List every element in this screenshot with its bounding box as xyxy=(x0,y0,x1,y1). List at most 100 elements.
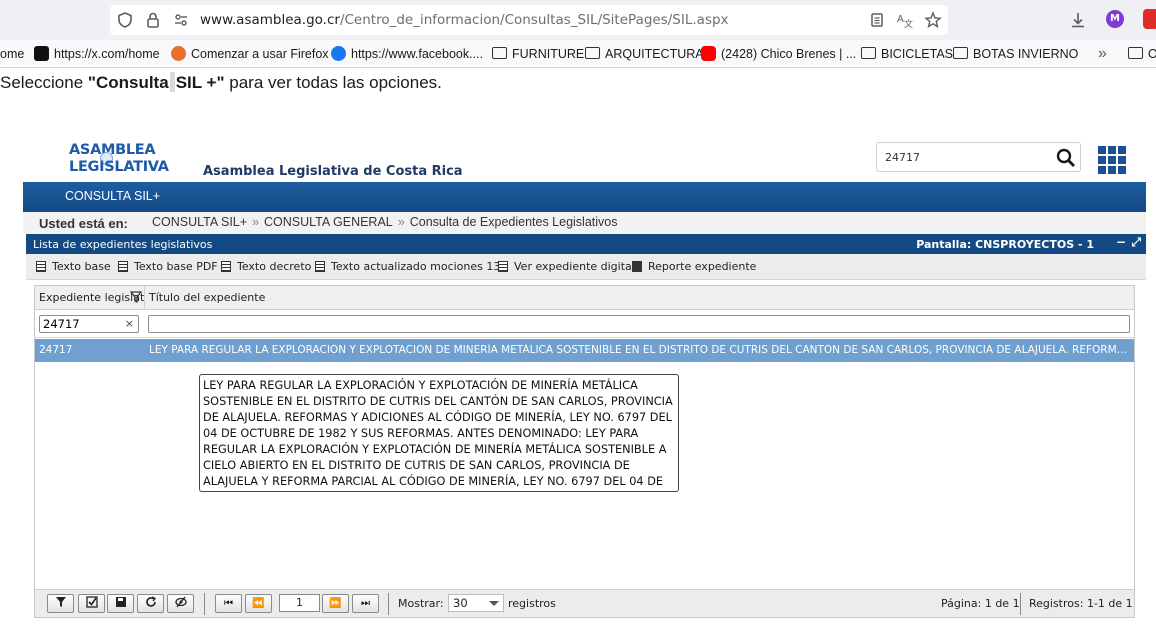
prev-page-button[interactable]: ⏪ xyxy=(245,594,272,613)
permissions-icon[interactable] xyxy=(172,11,190,29)
next-page-button[interactable]: ⏩ xyxy=(322,594,349,613)
action-label: Texto base PDF xyxy=(134,260,218,273)
table-row[interactable]: 24717 LEY PARA REGULAR LA EXPLORACIÓN Y … xyxy=(35,339,1134,362)
url-text[interactable]: www.asamblea.go.cr/Centro_de_informacion… xyxy=(200,12,729,28)
cell-expediente: 24717 xyxy=(39,344,73,356)
breadcrumb-separator: » xyxy=(397,215,405,229)
instruction-prefix: Seleccione xyxy=(0,73,88,92)
page-size-select[interactable]: 30 xyxy=(448,594,504,612)
bookmark-home[interactable]: ome xyxy=(0,45,24,63)
downloads-icon[interactable] xyxy=(1068,10,1088,30)
bookmark-furniture[interactable]: FURNITURE xyxy=(492,45,584,63)
reporte-expediente-button[interactable]: Reporte expediente xyxy=(632,260,756,273)
bookmarks-overflow-button[interactable]: » xyxy=(1098,45,1107,63)
shield-icon[interactable] xyxy=(116,11,134,29)
pager-divider xyxy=(388,593,389,615)
expand-button[interactable]: ⤢ xyxy=(1131,235,1141,250)
ver-expediente-digital-button[interactable]: Ver expediente digital xyxy=(498,260,635,273)
breadcrumb-label: Usted está en: xyxy=(39,216,128,231)
expedientes-grid: Expediente legislat Título del expedient… xyxy=(34,285,1135,618)
title-tooltip: LEY PARA REGULAR LA EXPLORACIÓN Y EXPLOT… xyxy=(199,374,679,492)
site-title: Asamblea Legislativa de Costa Rica xyxy=(203,164,463,179)
page-number-input[interactable]: 1 xyxy=(279,594,320,612)
texto-base-pdf-button[interactable]: Texto base PDF xyxy=(118,260,218,273)
titulo-filter-input[interactable] xyxy=(149,318,1129,335)
sil-app-frame: ASAMBLEA LEGISLATIVA Asamblea Legislativ… xyxy=(23,128,1146,628)
bookmark-label: (2428) Chico Brenes | ... xyxy=(721,47,857,61)
url-path: /Centro_de_informacion/Consultas_SIL/Sit… xyxy=(339,12,729,28)
profile-avatar[interactable]: M xyxy=(1106,10,1124,28)
expediente-filter-input[interactable] xyxy=(43,317,121,331)
records-info: Registros: 1-1 de 1 xyxy=(1029,597,1133,610)
action-label: Texto base xyxy=(52,260,111,273)
filter-toggle-button[interactable] xyxy=(47,594,74,613)
bookmark-label: BICICLETAS xyxy=(881,47,954,61)
bookmark-other[interactable]: O xyxy=(1128,45,1156,63)
breadcrumb: Usted está en: CONSULTA SIL+ » CONSULTA GE… xyxy=(23,212,1146,234)
extension-icon[interactable] xyxy=(1143,9,1156,29)
pager-bar: ⏮ ⏪ 1 ⏩ ⏭ Mostrar: 30 registros Página: … xyxy=(35,589,1134,617)
address-bar[interactable]: www.asamblea.go.cr/Centro_de_informacion… xyxy=(110,5,948,35)
action-label: Texto actualizado mociones 137 xyxy=(331,260,508,273)
folder-icon xyxy=(492,47,507,59)
bookmark-label: ome xyxy=(0,47,25,61)
bookmark-label: BOTAS INVIERNO xyxy=(973,47,1079,61)
breadcrumb-item-consulta-general[interactable]: CONSULTA GENERAL xyxy=(264,215,393,229)
first-page-button[interactable]: ⏮ xyxy=(215,594,242,613)
document-icon xyxy=(118,261,128,272)
bookmark-label: FURNITURE xyxy=(512,47,585,61)
texto-decreto-button[interactable]: Texto decreto xyxy=(221,260,311,273)
bookmark-arquitectura[interactable]: ARQUITECTURA xyxy=(585,45,704,63)
column-titulo[interactable]: Título del expediente xyxy=(149,291,265,304)
column-expediente[interactable]: Expediente legislat xyxy=(35,286,145,310)
clear-filter-button[interactable]: × xyxy=(125,317,134,330)
instruction-quote-close: SIL +" xyxy=(175,73,225,92)
bookmark-firefox[interactable]: Comenzar a usar Firefox xyxy=(171,45,329,63)
apps-grid-icon[interactable] xyxy=(1098,146,1126,174)
asamblea-logo[interactable]: ASAMBLEA LEGISLATIVA xyxy=(69,142,169,178)
url-host: www.asamblea.go.cr xyxy=(200,12,340,28)
document-icon xyxy=(315,261,325,272)
page-info: Página: 1 de 1 xyxy=(941,597,1020,610)
bookmark-label: https://x.com/home xyxy=(54,47,160,61)
bookmark-youtube[interactable]: (2428) Chico Brenes | ... xyxy=(701,45,856,63)
bookmark-star-icon[interactable] xyxy=(924,11,942,29)
hide-columns-button[interactable] xyxy=(167,594,194,613)
nav-consulta-sil[interactable]: CONSULTA SIL+ xyxy=(65,189,160,203)
bookmark-bicicletas[interactable]: BICICLETAS xyxy=(861,45,953,63)
breadcrumb-item-consulta-sil[interactable]: CONSULTA SIL+ xyxy=(152,215,247,229)
pager-divider xyxy=(1020,593,1021,615)
search-icon[interactable] xyxy=(1056,148,1076,168)
x-icon xyxy=(34,46,49,61)
reader-view-icon[interactable] xyxy=(868,11,886,29)
lock-icon[interactable] xyxy=(144,11,162,29)
column-label: Expediente legislat xyxy=(39,291,145,304)
check-button[interactable] xyxy=(78,594,105,613)
column-label: Título del expediente xyxy=(149,291,266,304)
search-input[interactable] xyxy=(885,148,1045,166)
minimize-button[interactable]: − xyxy=(1116,235,1126,249)
logo-line-2: LEGISLATIVA xyxy=(69,159,169,175)
bookmark-label: Comenzar a usar Firefox xyxy=(191,47,329,61)
filter-icon[interactable] xyxy=(129,291,143,303)
breadcrumb-item-current: Consulta de Expedientes Legislativos xyxy=(409,215,618,229)
panel-title: Lista de expedientes legislativos xyxy=(33,238,213,251)
action-label: Reporte expediente xyxy=(648,260,757,273)
show-label: Mostrar: xyxy=(398,597,444,610)
last-page-button[interactable]: ⏭ xyxy=(352,594,379,613)
page-size-value: 30 xyxy=(453,596,468,610)
bookmark-facebook[interactable]: https://www.facebook.... xyxy=(331,45,483,63)
texto-base-button[interactable]: Texto base xyxy=(36,260,111,273)
action-label: Ver expediente digital xyxy=(514,260,635,273)
translate-icon[interactable]: A文 xyxy=(896,11,914,30)
breadcrumb-separator: » xyxy=(252,215,260,229)
svg-text:文: 文 xyxy=(904,18,913,29)
export-button[interactable] xyxy=(107,594,134,613)
eye-slash-icon xyxy=(174,596,187,608)
refresh-button[interactable] xyxy=(137,594,164,613)
texto-actualizado-button[interactable]: Texto actualizado mociones 137 xyxy=(315,260,507,273)
bookmark-botas-invierno[interactable]: BOTAS INVIERNO xyxy=(953,45,1078,63)
records-label: registros xyxy=(508,597,556,610)
bookmark-x[interactable]: https://x.com/home xyxy=(34,45,160,63)
folder-icon xyxy=(953,47,968,59)
